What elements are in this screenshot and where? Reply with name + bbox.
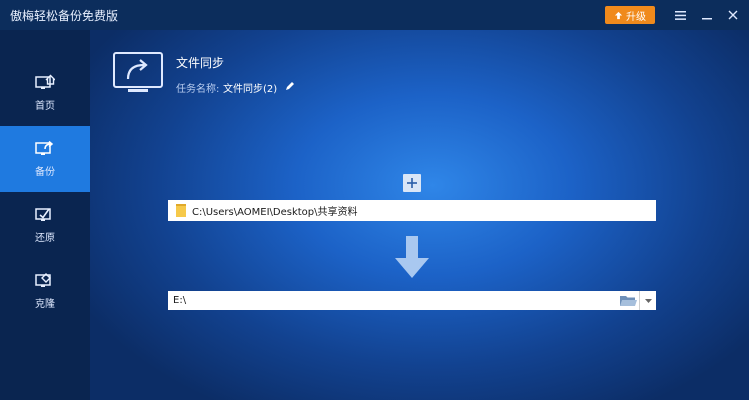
minimize-button[interactable] [697,5,717,25]
sidebar: 首页 备份 还原 克隆 [0,30,90,400]
sidebar-item-restore[interactable]: 还原 [0,192,90,258]
chevron-down-icon [644,298,652,303]
sidebar-item-backup[interactable]: 备份 [0,126,90,192]
clone-icon [35,273,51,287]
browse-button[interactable] [618,292,638,309]
sidebar-item-label: 克隆 [35,299,55,310]
menu-icon [674,10,686,20]
folder-icon [176,204,186,217]
upgrade-label: 升级 [626,11,646,23]
destination-path: E:\ [173,295,187,306]
minimize-icon [702,18,712,20]
title-bar: 傲梅轻松备份免费版 升级 [0,0,749,30]
close-icon [728,10,738,20]
task-title: 文件同步 [176,56,225,70]
sidebar-item-label: 还原 [35,233,55,244]
home-icon [35,74,55,89]
sidebar-item-label: 首页 [35,101,55,112]
upgrade-button[interactable]: 升级 [605,6,655,24]
destination-path-field[interactable]: E:\ [168,291,656,310]
file-sync-icon [113,52,163,92]
close-button[interactable] [723,5,743,25]
plus-icon [407,178,417,188]
sidebar-item-home[interactable]: 首页 [0,60,90,126]
task-name-label: 任务名称: [176,84,220,95]
destination-dropdown-button[interactable] [639,291,656,310]
backup-icon [35,140,54,155]
sidebar-item-clone[interactable]: 克隆 [0,258,90,324]
app-title: 傲梅轻松备份免费版 [10,9,119,23]
source-path: C:\Users\AOMEI\Desktop\共享资料 [192,207,358,218]
upgrade-icon [614,11,623,19]
open-folder-icon [619,295,637,306]
menu-button[interactable] [670,5,690,25]
arrow-down-icon [395,236,429,278]
main-panel: 文件同步 任务名称: 文件同步(2) C:\Users\AOMEI\Deskto… [90,30,749,400]
task-name-value: 文件同步(2) [223,84,278,95]
restore-icon [35,208,51,221]
pencil-icon[interactable] [284,80,296,92]
add-source-button[interactable] [403,174,421,192]
sidebar-item-label: 备份 [35,167,55,178]
source-path-field[interactable]: C:\Users\AOMEI\Desktop\共享资料 [168,200,656,221]
app-window: 傲梅轻松备份免费版 升级 首页 备份 还原 克隆 文件同步 任务名称: 文件同步… [0,0,749,400]
